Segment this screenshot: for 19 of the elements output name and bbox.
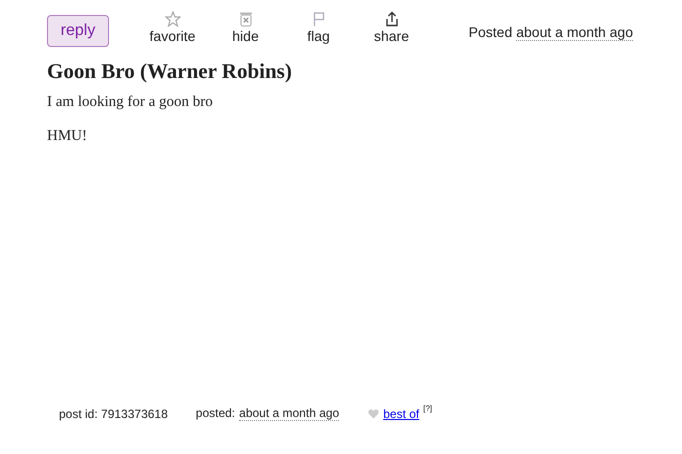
posted-time: about a month ago (239, 406, 340, 421)
best-of-link[interactable]: best of (383, 406, 420, 420)
star-icon (164, 11, 180, 27)
heart-icon (368, 408, 380, 418)
trash-icon (238, 11, 254, 27)
action-link[interactable]: share (355, 11, 428, 44)
action-link[interactable]: hide (209, 11, 282, 44)
reply-button[interactable]: reply (47, 15, 109, 47)
help-link[interactable]: [?] (423, 404, 432, 412)
posted-label: Posted (468, 24, 512, 41)
action-link[interactable]: favorite (136, 11, 209, 44)
share-icon (384, 11, 400, 27)
body-text: HMU! (47, 128, 88, 145)
post-id: post id: 7913373618 (59, 406, 168, 420)
post-title: Goon Bro (Warner Robins) (47, 59, 293, 84)
posted-time: about a month ago (516, 24, 633, 41)
action-link[interactable]: flag (282, 11, 355, 44)
body-text: I am looking for a goon bro (47, 94, 214, 111)
posted-label: posted: (196, 406, 236, 421)
